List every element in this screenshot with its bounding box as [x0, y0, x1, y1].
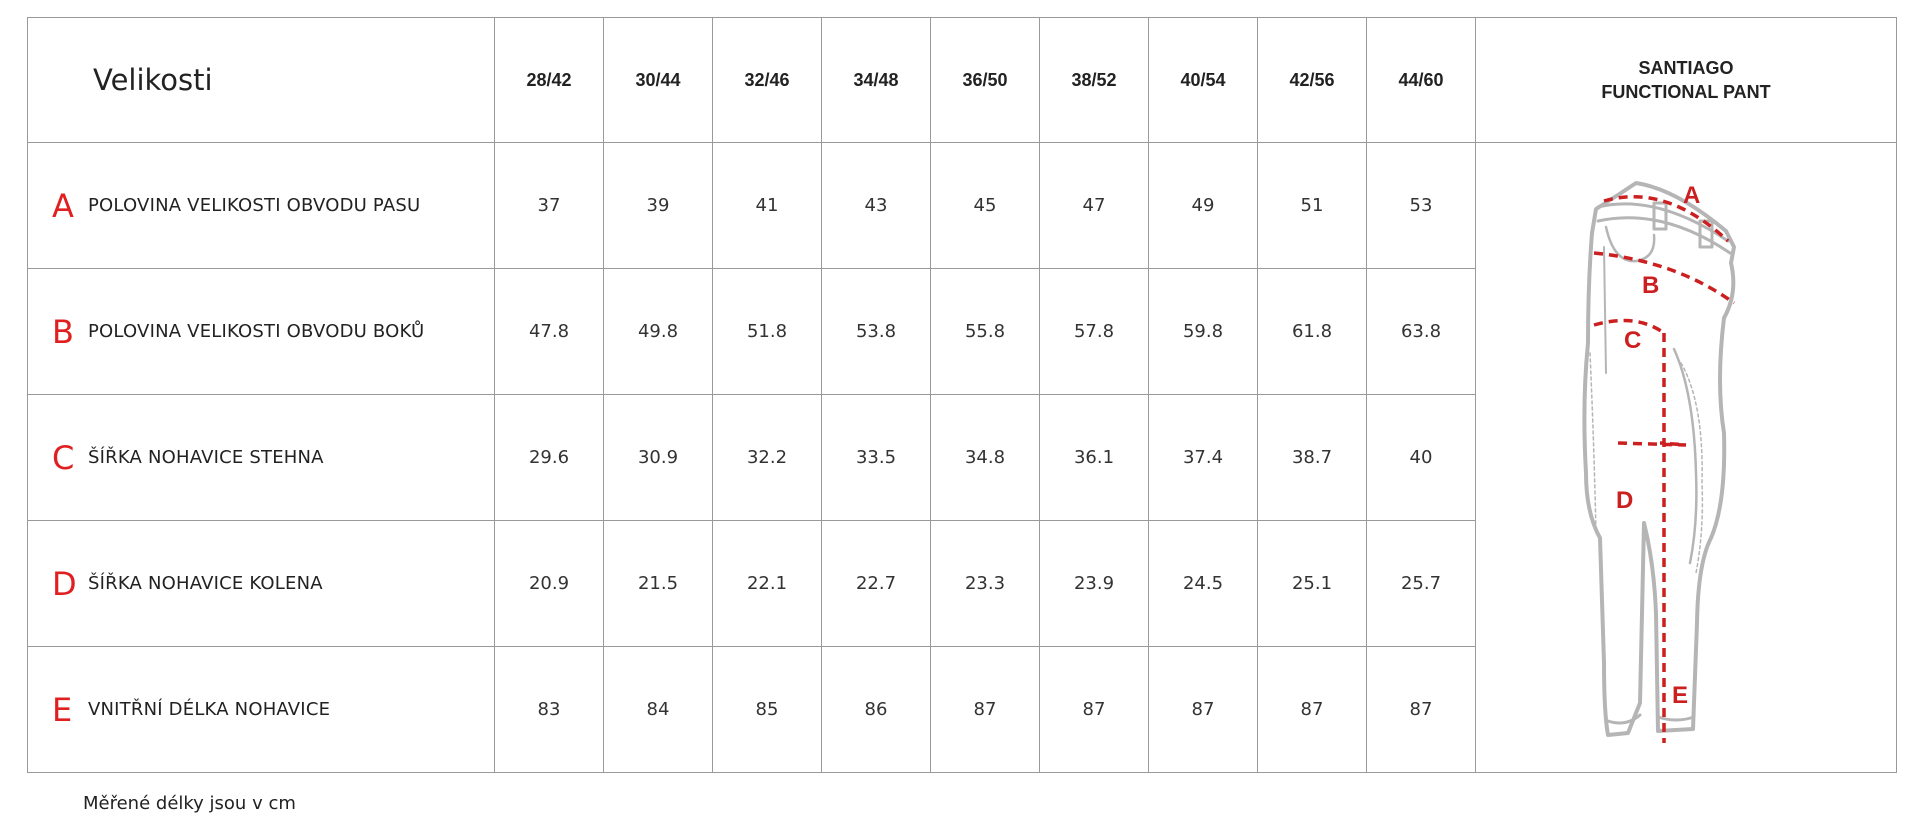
table-cell: 25.1 [1257, 520, 1367, 647]
table-cell: 87 [1257, 646, 1367, 773]
table-cell: 22.7 [821, 520, 931, 647]
row-letter: A [52, 186, 74, 225]
table-title: Velikosti [27, 17, 495, 143]
table-cell: 59.8 [1148, 268, 1258, 395]
row-letter: D [52, 564, 77, 603]
table-cell: 53 [1366, 142, 1476, 269]
table-cell: 49 [1148, 142, 1258, 269]
table-cell: 40 [1366, 394, 1476, 521]
size-header: 36/50 [930, 17, 1040, 143]
size-header: 40/54 [1148, 17, 1258, 143]
table-cell: 63.8 [1366, 268, 1476, 395]
row-label: B POLOVINA VELIKOSTI OBVODU BOKŮ [27, 268, 495, 395]
row-description: POLOVINA VELIKOSTI OBVODU PASU [88, 195, 421, 216]
size-header: 30/44 [603, 17, 713, 143]
row-letter: C [52, 438, 75, 477]
row-letter: B [52, 312, 74, 351]
table-cell: 22.1 [712, 520, 822, 647]
table-cell: 84 [603, 646, 713, 773]
row-description: POLOVINA VELIKOSTI OBVODU BOKŮ [88, 321, 425, 342]
product-name-line1: SANTIAGO [1638, 58, 1734, 78]
marker-b: B [1642, 272, 1659, 299]
table-cell: 47 [1039, 142, 1149, 269]
size-header: 42/56 [1257, 17, 1367, 143]
table-header-row: Velikosti 28/42 30/44 32/46 34/48 36/50 … [27, 17, 1897, 143]
product-name-line2: FUNCTIONAL PANT [1601, 82, 1771, 102]
row-label: E VNITŘNÍ DÉLKA NOHAVICE [27, 646, 495, 773]
table-cell: 83 [494, 646, 604, 773]
table-cell: 29.6 [494, 394, 604, 521]
table-cell: 51.8 [712, 268, 822, 395]
marker-d: D [1616, 487, 1633, 514]
table-cell: 37 [494, 142, 604, 269]
table-cell: 87 [1039, 646, 1149, 773]
table-cell: 47.8 [494, 268, 604, 395]
size-chart-table: Velikosti 28/42 30/44 32/46 34/48 36/50 … [27, 17, 1897, 773]
marker-e: E [1672, 682, 1688, 709]
row-description: ŠÍŘKA NOHAVICE STEHNA [88, 447, 324, 468]
units-footnote: Měřené délky jsou v cm [83, 793, 296, 814]
table-cell: 87 [1148, 646, 1258, 773]
size-header: 44/60 [1366, 17, 1476, 143]
row-label: D ŠÍŘKA NOHAVICE KOLENA [27, 520, 495, 647]
table-cell: 25.7 [1366, 520, 1476, 647]
table-cell: 24.5 [1148, 520, 1258, 647]
table-cell: 21.5 [603, 520, 713, 647]
table-cell: 55.8 [930, 268, 1040, 395]
table-cell: 37.4 [1148, 394, 1258, 521]
row-description: VNITŘNÍ DÉLKA NOHAVICE [88, 699, 331, 720]
table-cell: 53.8 [821, 268, 931, 395]
size-header: 34/48 [821, 17, 931, 143]
table-cell: 87 [930, 646, 1040, 773]
marker-a: A [1683, 182, 1700, 209]
table-cell: 61.8 [1257, 268, 1367, 395]
table-cell: 41 [712, 142, 822, 269]
table-cell: 36.1 [1039, 394, 1149, 521]
table-cell: 51 [1257, 142, 1367, 269]
table-cell: 20.9 [494, 520, 604, 647]
table-cell: 34.8 [930, 394, 1040, 521]
row-label: A POLOVINA VELIKOSTI OBVODU PASU [27, 142, 495, 269]
pants-figure-cell: A B C D E [1475, 142, 1897, 773]
table-cell: 87 [1366, 646, 1476, 773]
table-cell: 23.3 [930, 520, 1040, 647]
row-letter: E [52, 690, 73, 729]
table-cell: 45 [930, 142, 1040, 269]
row-description: ŠÍŘKA NOHAVICE KOLENA [88, 573, 323, 594]
measure-b-line [1593, 251, 1736, 305]
row-label: C ŠÍŘKA NOHAVICE STEHNA [27, 394, 495, 521]
table-cell: 32.2 [712, 394, 822, 521]
table-cell: 86 [821, 646, 931, 773]
product-name: SANTIAGO FUNCTIONAL PANT [1475, 17, 1897, 143]
pants-illustration: A B C D E [1582, 181, 1736, 743]
table-cell: 57.8 [1039, 268, 1149, 395]
size-header: 38/52 [1039, 17, 1149, 143]
table-cell: 85 [712, 646, 822, 773]
measure-d-line [1617, 441, 1687, 447]
table-cell: 49.8 [603, 268, 713, 395]
size-header: 32/46 [712, 17, 822, 143]
marker-c: C [1624, 327, 1641, 354]
table-cell: 43 [821, 142, 931, 269]
size-header: 28/42 [494, 17, 604, 143]
table-cell: 30.9 [603, 394, 713, 521]
table-row: A POLOVINA VELIKOSTI OBVODU PASU 37 39 41… [27, 142, 1897, 773]
table-cell: 39 [603, 142, 713, 269]
table-cell: 33.5 [821, 394, 931, 521]
table-cell: 23.9 [1039, 520, 1149, 647]
table-cell: 38.7 [1257, 394, 1367, 521]
